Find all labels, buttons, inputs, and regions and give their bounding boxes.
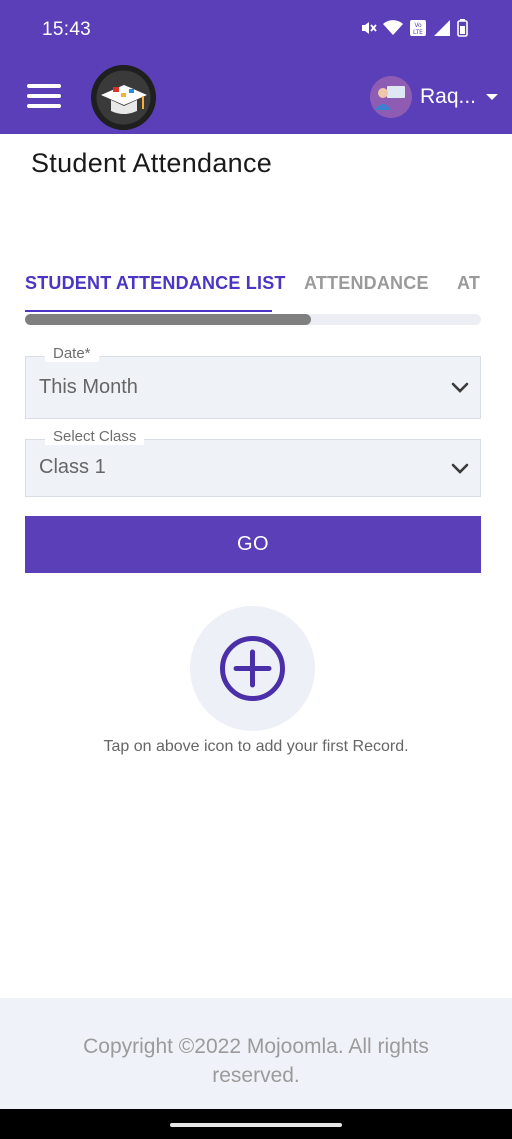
add-circle-icon xyxy=(220,636,285,701)
hamburger-menu-icon[interactable] xyxy=(27,84,61,110)
go-button[interactable]: GO xyxy=(25,516,481,573)
chevron-down-icon xyxy=(451,463,469,474)
empty-state-message: Tap on above icon to add your first Reco… xyxy=(103,738,409,755)
home-gesture-handle[interactable] xyxy=(170,1123,342,1127)
chevron-down-icon xyxy=(451,382,469,393)
class-label: Select Class xyxy=(45,428,145,445)
add-record-button[interactable] xyxy=(190,606,315,731)
date-label: Date* xyxy=(45,345,99,362)
avatar xyxy=(369,76,412,118)
status-time: 15:43 xyxy=(42,19,92,40)
user-name: Raq... xyxy=(419,85,476,108)
svg-text:Vo: Vo xyxy=(414,22,422,29)
page-title: Student Attendance xyxy=(31,148,273,178)
status-icons: Vo LTE xyxy=(359,19,468,37)
tab-attendance[interactable]: ATTENDANCE xyxy=(304,268,429,314)
app-bar: Raq... xyxy=(0,62,512,134)
tab-at[interactable]: AT xyxy=(457,268,480,314)
mute-icon xyxy=(362,22,377,34)
class-select[interactable]: Select Class Class 1 xyxy=(25,428,481,497)
user-menu[interactable]: Raq... xyxy=(369,76,498,118)
tab-student-attendance-list[interactable]: STUDENT ATTENDANCE LIST xyxy=(25,268,286,314)
signal-icon xyxy=(434,20,450,36)
system-nav-bar xyxy=(0,1109,512,1139)
volte-icon: Vo LTE xyxy=(410,20,426,36)
tab-scrollbar[interactable] xyxy=(25,314,481,325)
wifi-icon xyxy=(383,20,403,35)
footer: Copyright ©2022 Mojoomla. All rights res… xyxy=(0,998,512,1109)
active-tab-indicator xyxy=(25,310,272,312)
graduation-cap-icon xyxy=(91,65,156,130)
caret-down-icon xyxy=(486,94,498,100)
date-value: This Month xyxy=(39,376,138,398)
tab-scrollbar-thumb[interactable] xyxy=(25,314,311,325)
battery-icon xyxy=(457,19,468,37)
copyright-text: Copyright ©2022 Mojoomla. All rights res… xyxy=(83,1035,429,1087)
status-bar: 15:43 Vo LTE xyxy=(0,0,512,62)
tab-bar: STUDENT ATTENDANCE LIST ATTENDANCE AT xyxy=(25,268,481,314)
school-logo[interactable] xyxy=(91,65,156,130)
class-value: Class 1 xyxy=(39,456,106,478)
svg-text:LTE: LTE xyxy=(413,29,423,36)
date-select[interactable]: Date* This Month xyxy=(25,345,481,419)
